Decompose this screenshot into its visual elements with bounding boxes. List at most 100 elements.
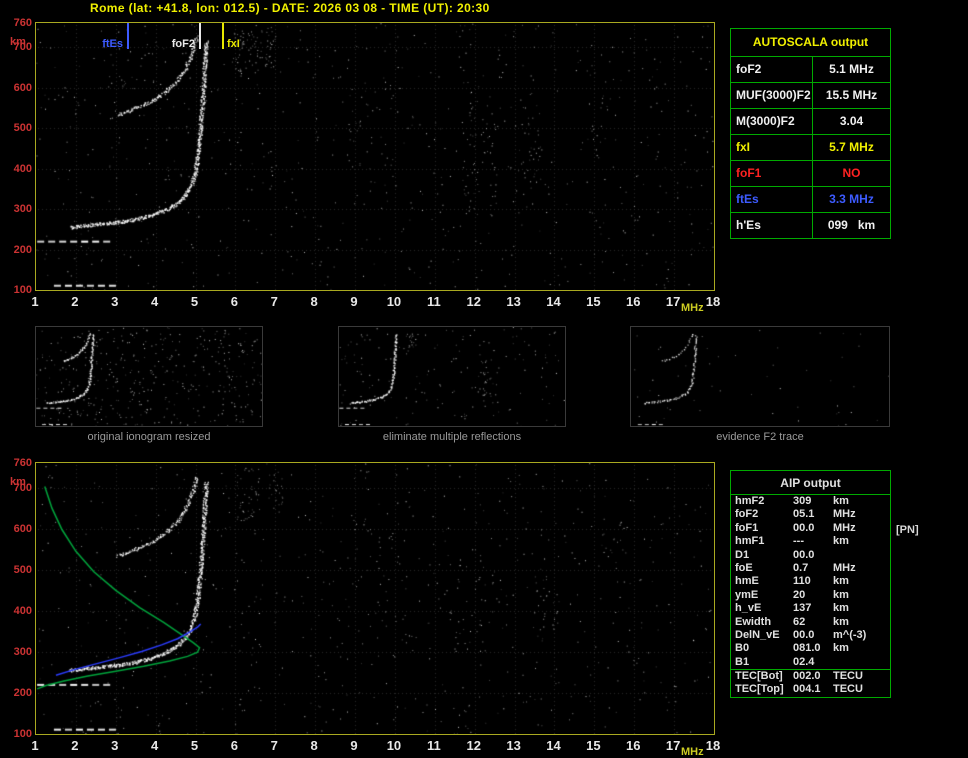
thumbnail-caption: original ionogram resized [87,431,211,443]
y-tick-760: 760 [13,457,32,469]
table-row-m3000: M(3000)F2 3.04 [731,108,890,134]
top-ionogram-canvas [36,23,714,290]
thumbnail-original-ionogram [35,326,263,427]
x-tick-3: 3 [111,738,119,753]
aip-param-label: hmF2 [735,495,765,507]
aip-param-label: foE [735,561,753,574]
thumbnail-eliminate-reflections [338,326,566,427]
x-tick-15: 15 [586,738,601,753]
aip-table-title: AIP output [731,471,890,495]
aip-param-unit [833,549,890,562]
param-label: foF2 [731,57,813,82]
x-axis-unit: MHz [681,746,704,758]
param-label: foF1 [731,161,813,186]
aip-param-label: foF1 [735,521,759,534]
aip-row-D1: D1 00.0 [731,549,890,562]
param-value: 099 km [827,218,876,232]
aip-param-unit: km [833,615,849,628]
aip-param-unit: TECU [833,670,863,683]
y-tick-200: 200 [13,686,32,699]
aip-param-unit [833,656,890,669]
aip-param-unit: km [833,535,849,548]
thumbnail-evidence-f2 [630,326,890,427]
param-label: ftEs [731,187,813,212]
aip-param-value: 00.0 [793,628,815,641]
table-row-hEs: h'Es 099 km [731,212,890,238]
x-tick-5: 5 [190,738,199,753]
aip-param-unit: TECU [833,683,863,696]
table-row-ftEs: ftEs 3.3 MHz [731,186,890,212]
fxI-marker-label: fxI [227,38,240,50]
aip-param-label: TEC[Bot] [735,670,783,683]
aip-param-value: 004.1 [793,683,821,696]
x-tick-12: 12 [466,294,481,309]
x-tick-5: 5 [190,294,199,309]
aip-row-hmF1: hmF1 --- km [731,535,890,548]
aip-param-value: 02.4 [793,655,815,668]
x-tick-2: 2 [71,738,79,753]
fof1-pn-note: [PN] [896,524,919,536]
x-axis-unit: MHz [681,302,704,314]
aip-param-value: --- [793,535,804,548]
x-tick-16: 16 [626,294,641,309]
thumbnail-original-canvas [36,327,262,426]
y-tick-500: 500 [13,563,32,576]
top-ionogram-plot [35,22,715,291]
y-tick-760: 760 [13,17,32,29]
aip-param-label: B1 [735,655,750,668]
x-tick-8: 8 [310,738,318,753]
y-axis-unit: km [10,36,26,48]
aip-param-value: 0.7 [793,561,809,574]
x-tick-6: 6 [230,294,239,309]
aip-param-value: 309 [793,495,812,507]
aip-param-label: D1 [735,548,750,561]
aip-param-unit: MHz [833,521,856,534]
y-tick-400: 400 [13,604,32,617]
aip-param-unit: MHz [833,508,856,521]
x-tick-16: 16 [626,738,641,753]
param-value: 5.7 MHz [829,140,874,154]
aip-row-TEC-top: TEC[Top] 004.1 TECU [731,683,890,696]
x-tick-10: 10 [386,294,402,309]
foF2-marker-label: foF2 [171,38,195,50]
param-value: 3.04 [839,114,864,128]
x-tick-1: 1 [31,738,39,753]
aip-param-label: Ewidth [735,615,772,628]
x-tick-1: 1 [31,294,39,309]
x-tick-2: 2 [71,294,79,309]
y-tick-400: 400 [13,162,32,175]
aip-row-TEC-bot: TEC[Bot] 002.0 TECU [731,670,890,683]
aip-output-table: AIP output hmF2 309 km foF2 05.1 MHz foF1 00.… [730,470,891,698]
x-tick-13: 13 [506,738,521,753]
x-tick-18: 18 [705,294,721,309]
aip-param-value: 110 [793,575,811,588]
aip-param-label: DelN_vE [735,628,780,641]
aip-param-value: 137 [793,602,812,615]
x-tick-4: 4 [151,294,159,309]
aip-param-value: 002.0 [793,670,821,683]
aip-param-label: ymE [735,588,759,601]
table-row-foF1: foF1 NO [731,160,890,186]
aip-param-label: hmE [735,575,759,588]
y-tick-300: 300 [13,645,32,658]
table-row-fxI: fxI 5.7 MHz [731,134,890,160]
aip-row-foE: foE 0.7 MHz [731,562,890,575]
x-tick-13: 13 [506,294,521,309]
x-tick-8: 8 [310,294,318,309]
thumbnail-evidence-canvas [631,327,889,426]
aip-row-hmF2: hmF2 309 km [731,495,890,508]
thumbnail-eliminate-canvas [339,327,565,426]
aip-param-label: h_vE [735,602,762,615]
x-tick-3: 3 [111,294,119,309]
aip-row-hvE: h_vE 137 km [731,602,890,615]
param-value: 5.1 MHz [829,62,874,76]
aip-row-foF1: foF1 00.0 MHz [731,522,890,535]
aip-param-value: 00.0 [793,548,815,561]
aip-param-unit: km [833,575,849,588]
aip-param-label: hmF1 [735,535,765,548]
y-axis-unit: km [10,476,26,488]
aip-param-value: 62 [793,615,806,628]
param-value: 3.3 MHz [829,192,874,206]
aip-param-unit: MHz [833,561,856,574]
aip-param-unit: m^(-3) [833,628,867,641]
